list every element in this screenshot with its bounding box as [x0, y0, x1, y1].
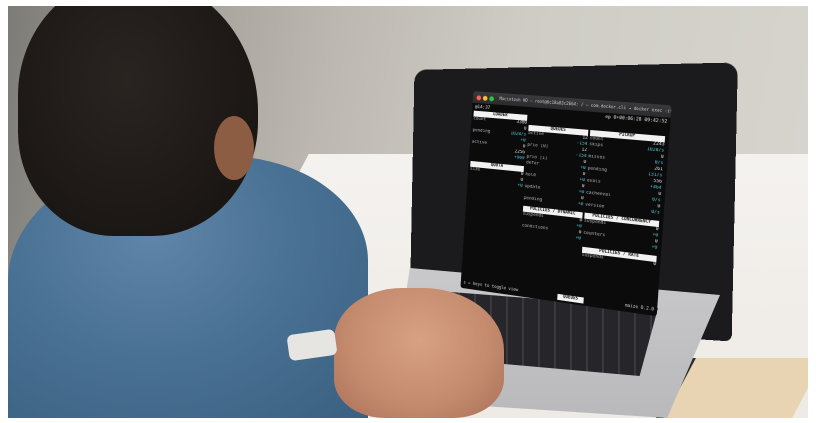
terminal-left-column: LOADER count 3380 0 pending 1028/s +0 active 0 2…: [469, 110, 528, 190]
terminal-row-label: count: [473, 116, 487, 123]
terminal-row-value: +0: [577, 201, 584, 208]
terminal-mid-column: QUEUES active 12 -154 prio [0] 12 -154 prio [1…: [521, 124, 589, 243]
terminal-right-column: PICKUP count 2243 skips 1028/s 0 misses 0/s 261…: [582, 129, 666, 268]
terminal-row-value: +0: [651, 244, 658, 251]
terminal-row-label: defer: [525, 160, 540, 167]
terminal-clock: 09:42:52: [644, 117, 668, 125]
minimize-window-icon[interactable]: [482, 95, 488, 101]
close-window-icon[interactable]: [476, 94, 482, 100]
photo: Macintosh HD — root@6c18a83c2664: / — co…: [8, 6, 808, 418]
terminal-row-label: evals: [586, 178, 601, 185]
terminal-row-label: hold: [525, 172, 536, 179]
terminal-row-label: active: [527, 130, 544, 138]
pickup-rows: count 2243 skips 1028/s 0 misses 0/s 261 pending…: [585, 136, 665, 217]
bottom-view-label[interactable]: QUEUES: [556, 293, 585, 304]
terminal-row-value: 0: [653, 261, 657, 268]
terminal-ep-and-clock: ep 0+00:06:28 09:42:52: [605, 115, 667, 126]
terminal-row-label: active: [471, 139, 488, 146]
zoom-window-icon[interactable]: [489, 95, 495, 101]
laptop-screen: Macintosh HD — root@6c18a83c2664: / — co…: [460, 91, 672, 317]
queues-rows: active 12 -154 prio [0] 12 -154 prio [1] 0 defer…: [524, 131, 588, 209]
loader-rows: count 3380 0 pending 1028/s +0 active 0 2256 +969: [471, 116, 527, 162]
terminal-row-value: +0: [575, 235, 582, 242]
terminal-row-value: 0/s: [650, 209, 660, 216]
app-version: maize 0.2.0: [624, 303, 655, 313]
terminal-ep-label: ep 0+00:06:28: [605, 114, 642, 123]
terminal-row-label: skips: [589, 142, 604, 149]
terminal-row-value: +0: [517, 183, 523, 189]
terminal-row-label: size: [469, 166, 481, 173]
terminal-content: @14:37 ep 0+00:06:28 09:42:52 LOADER cou…: [460, 103, 670, 317]
terminal-row-value: +969: [513, 155, 525, 162]
